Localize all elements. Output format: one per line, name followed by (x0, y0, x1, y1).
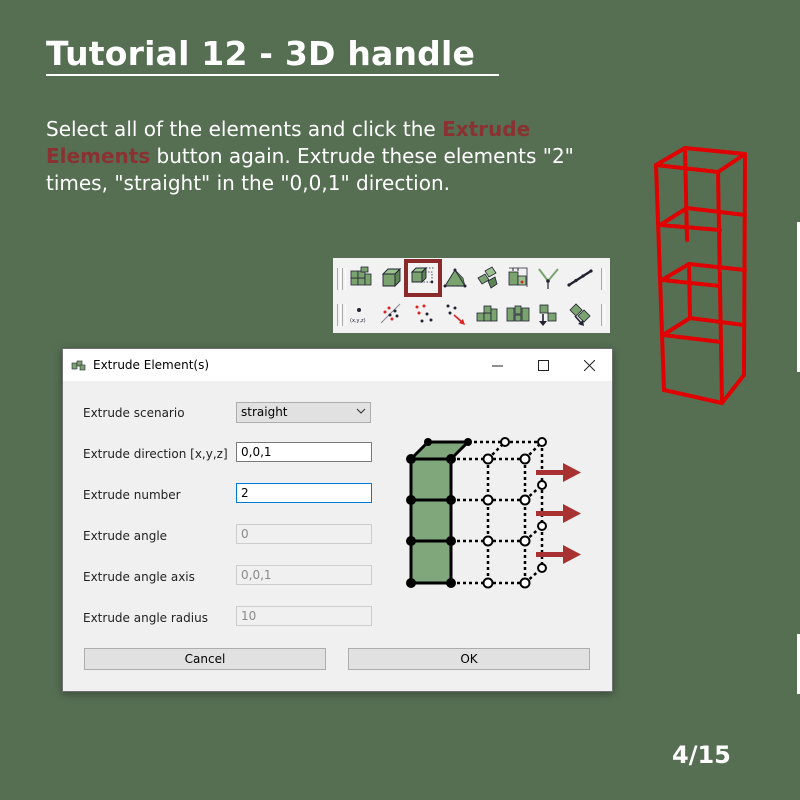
down-arrow-elements-icon[interactable] (534, 300, 562, 328)
app-icon (71, 360, 86, 371)
toolbar-grip (337, 304, 341, 326)
toolbar-grip (342, 268, 346, 290)
diagonal-arrow-elements-icon[interactable] (566, 300, 594, 328)
cancel-button[interactable]: Cancel (84, 648, 326, 670)
toolbar-grip (601, 304, 605, 326)
ok-button[interactable]: OK (348, 648, 590, 670)
scale-element-icon[interactable] (504, 264, 532, 292)
close-icon (583, 359, 595, 371)
triangle-element-icon[interactable] (441, 264, 469, 292)
toolbar-grip (342, 304, 346, 326)
close-button[interactable] (566, 349, 612, 381)
maximize-button[interactable] (520, 349, 566, 381)
node-coordinate-icon[interactable]: (x,y,z) (347, 300, 375, 328)
svg-text:(x,y,z): (x,y,z) (350, 318, 366, 324)
extrude-angle-input[interactable] (236, 524, 372, 544)
split-elements-icon[interactable] (504, 300, 532, 328)
extrude-scenario-value: straight (241, 405, 288, 419)
block-elements-icon[interactable] (347, 264, 375, 292)
extrusion-diagram (406, 437, 581, 589)
page-number: 4/15 (672, 741, 731, 769)
extrude-angle-axis-input[interactable] (236, 565, 372, 585)
rotate-elements-icon[interactable] (473, 264, 501, 292)
minimize-button[interactable] (474, 349, 520, 381)
extrude-direction-label: Extrude direction [x,y,z] (83, 447, 228, 461)
extrude-elements-dialog: Extrude Element(s) Extrude scenario stra… (62, 348, 613, 692)
toolbar-grip (601, 268, 605, 290)
toolbar-grip (337, 268, 341, 290)
scatter-nodes-icon[interactable] (410, 300, 438, 328)
toolbar-row-2: (x,y,z) (333, 297, 610, 331)
extrude-direction-input[interactable] (236, 442, 372, 462)
extrude-number-input[interactable] (236, 483, 372, 503)
mirror-nodes-icon[interactable] (377, 300, 405, 328)
extrude-angle-label: Extrude angle (83, 529, 168, 543)
extrude-angle-axis-label: Extrude angle axis (83, 570, 195, 584)
extrude-angle-radius-input[interactable] (236, 606, 372, 626)
move-nodes-icon[interactable] (441, 300, 469, 328)
minimize-icon (491, 365, 503, 366)
instructions-part1: Select all of the elements and click the (46, 117, 443, 141)
chevron-down-icon (356, 408, 366, 414)
split-line-icon[interactable] (534, 264, 562, 292)
slide-title: Tutorial 12 - 3D handle (46, 34, 500, 76)
extrude-elements-icon[interactable] (404, 259, 442, 297)
extrude-number-label: Extrude number (83, 488, 181, 502)
extrude-scenario-label: Extrude scenario (83, 406, 185, 420)
chain-line-icon[interactable] (566, 264, 594, 292)
dialog-title: Extrude Element(s) (93, 358, 210, 372)
toolbar: (x,y,z) (333, 258, 610, 333)
group-elements-icon[interactable] (473, 300, 501, 328)
wireframe-handle-3d (654, 146, 747, 405)
extrude-angle-radius-label: Extrude angle radius (83, 611, 208, 625)
cube-element-icon[interactable] (377, 264, 405, 292)
instructions-text: Select all of the elements and click the… (46, 116, 606, 197)
dialog-titlebar[interactable]: Extrude Element(s) (63, 349, 612, 381)
toolbar-row-1 (333, 259, 610, 297)
maximize-icon (537, 359, 549, 371)
extrude-scenario-select[interactable]: straight (236, 402, 371, 423)
